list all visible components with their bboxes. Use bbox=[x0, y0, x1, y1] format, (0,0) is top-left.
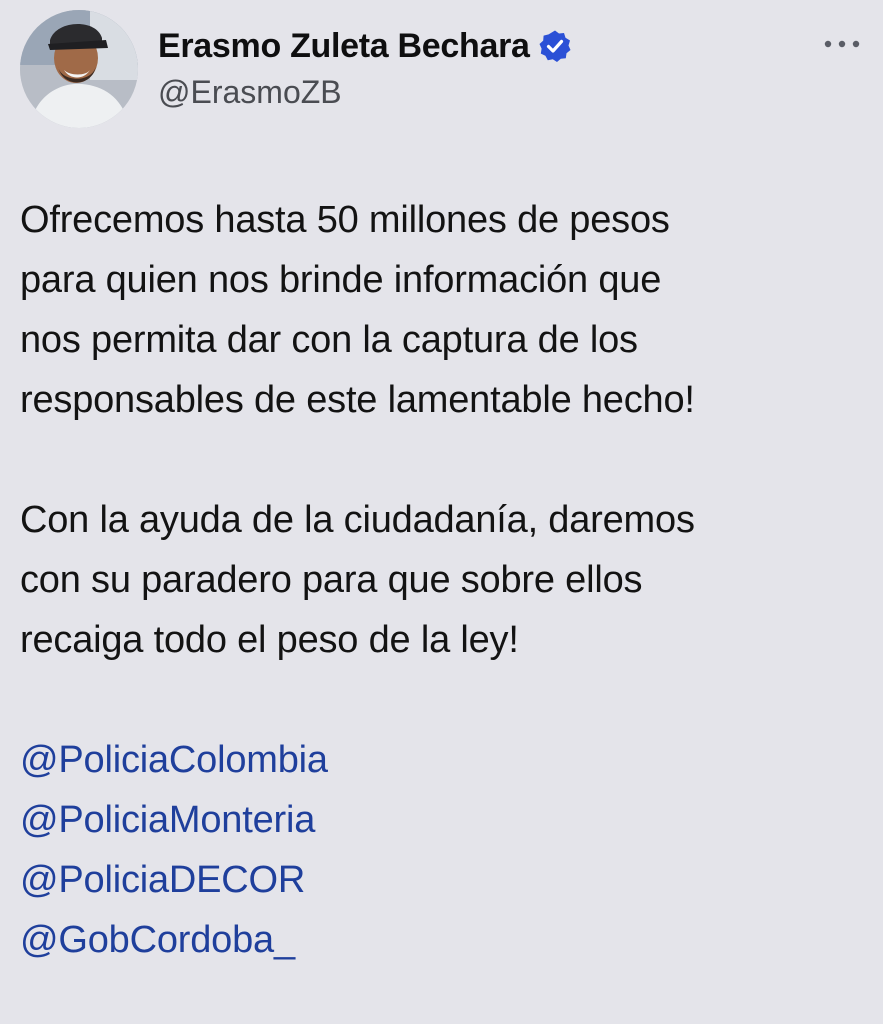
more-horizontal-icon bbox=[824, 40, 860, 48]
display-name[interactable]: Erasmo Zuleta Bechara bbox=[158, 27, 530, 66]
tweet-line: Con la ayuda de la ciudadanía, daremos bbox=[20, 499, 695, 541]
mention-link-policia-colombia[interactable]: @PoliciaColombia bbox=[20, 730, 870, 790]
tweet-text: Ofrecemos hasta 50 millones de pesos par… bbox=[20, 190, 870, 970]
verified-badge-icon bbox=[538, 29, 572, 63]
tweet-line: con su paradero para que sobre ellos bbox=[20, 559, 643, 601]
tweet-header: Erasmo Zuleta Bechara @ErasmoZB bbox=[0, 0, 883, 140]
mention-link-gob-cordoba[interactable]: @GobCordoba_ bbox=[20, 910, 870, 970]
user-handle[interactable]: @ErasmoZB bbox=[158, 74, 342, 111]
name-row: Erasmo Zuleta Bechara bbox=[158, 22, 572, 70]
mention-link-policia-decor[interactable]: @PoliciaDECOR bbox=[20, 850, 870, 910]
tweet-line: recaiga todo el peso de la ley! bbox=[20, 619, 519, 661]
more-options-button[interactable] bbox=[818, 24, 866, 64]
avatar[interactable] bbox=[20, 10, 138, 128]
avatar-photo bbox=[20, 10, 138, 128]
mention-link-policia-monteria[interactable]: @PoliciaMonteria bbox=[20, 790, 870, 850]
tweet-line: para quien nos brinde información que bbox=[20, 259, 662, 301]
tweet-line: nos permita dar con la captura de los bbox=[20, 319, 638, 361]
tweet-line: responsables de este lamentable hecho! bbox=[20, 379, 695, 421]
tweet-line: Ofrecemos hasta 50 millones de pesos bbox=[20, 199, 670, 241]
